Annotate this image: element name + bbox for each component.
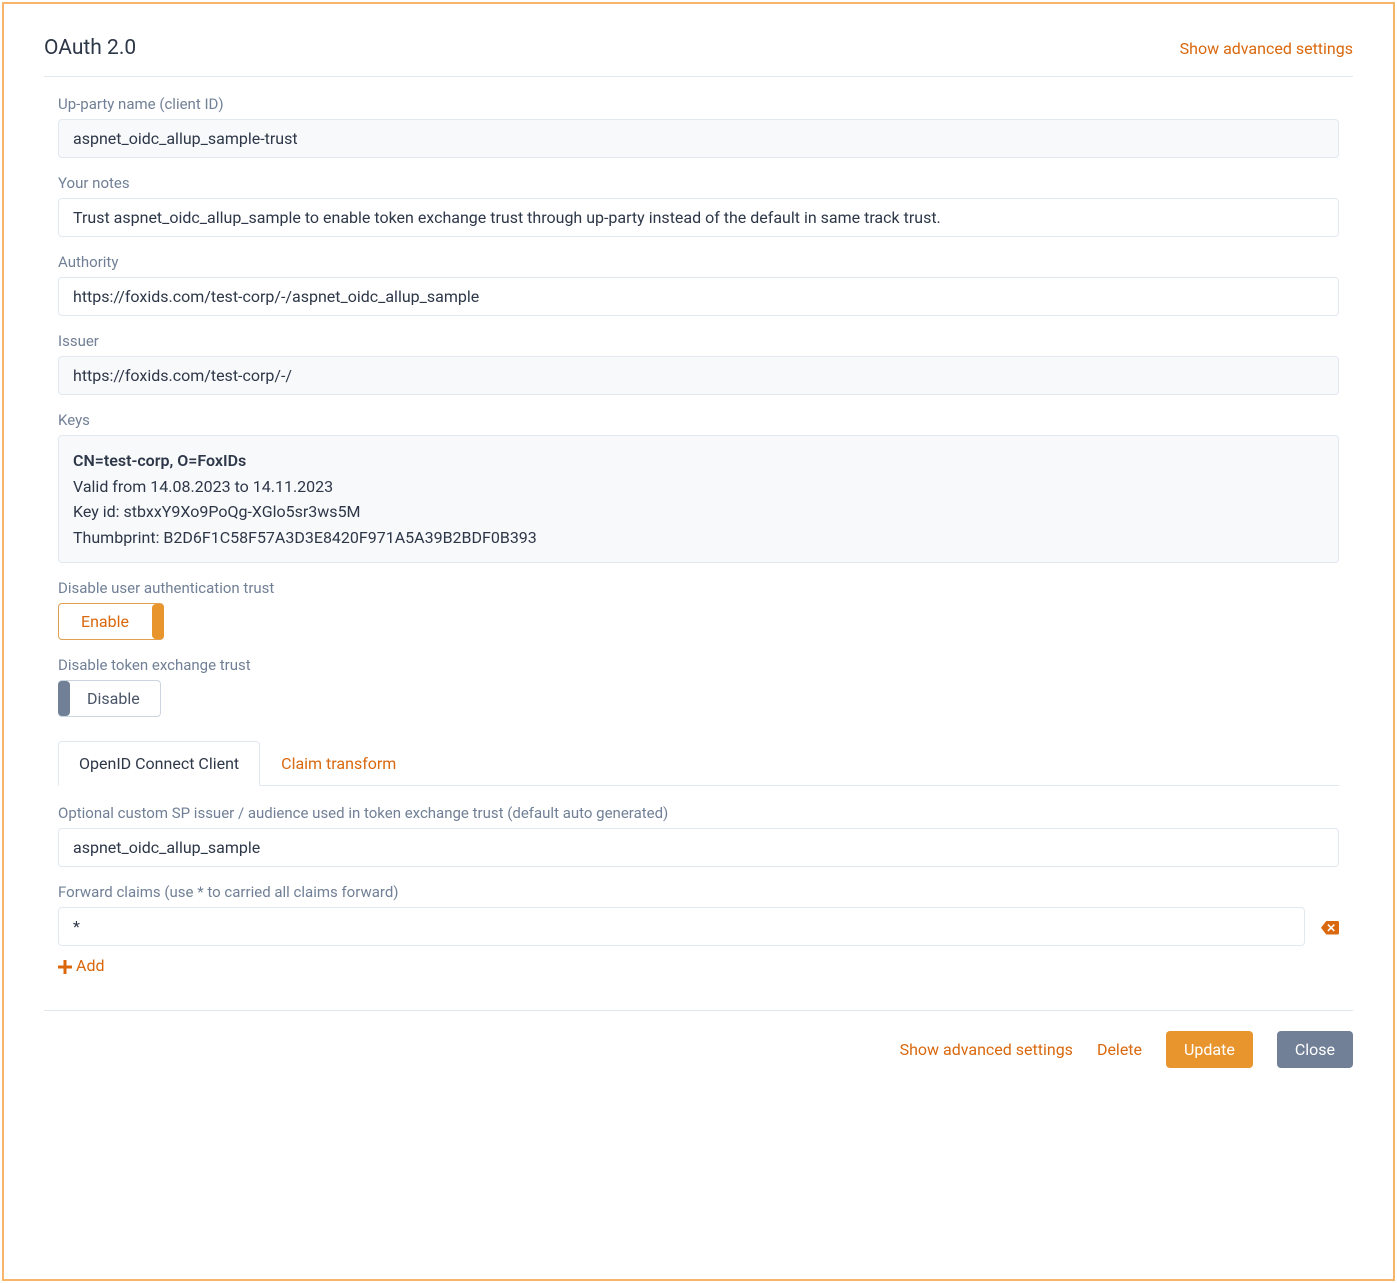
tab-claim-transform[interactable]: Claim transform [260,741,417,786]
authority-input[interactable] [58,277,1339,316]
key-id: Key id: stbxxY9Xo9PoQg-XGlo5sr3ws5M [73,499,1324,525]
add-label: Add [76,956,104,975]
authority-label: Authority [58,253,1339,271]
key-valid: Valid from 14.08.2023 to 14.11.2023 [73,474,1324,500]
issuer-label: Issuer [58,332,1339,350]
disable-token-exchange-label: Disable token exchange trust [58,656,1339,674]
toggle-disable-text: Disable [87,689,140,708]
disable-token-exchange-toggle[interactable]: Disable [58,680,161,717]
key-thumbprint: Thumbprint: B2D6F1C58F57A3D3E8420F971A5A… [73,525,1324,551]
close-button[interactable]: Close [1277,1031,1353,1068]
key-cn: CN=test-corp, O=FoxIDs [73,448,1324,474]
up-party-input[interactable] [58,119,1339,158]
toggle-slider-icon [58,681,70,716]
delete-button[interactable]: Delete [1097,1040,1142,1059]
toggle-enable-text: Enable [81,612,129,631]
show-advanced-link-top[interactable]: Show advanced settings [1180,39,1353,58]
tabs: OpenID Connect Client Claim transform [58,741,1339,786]
page-title: OAuth 2.0 [44,36,136,60]
keys-box: CN=test-corp, O=FoxIDs Valid from 14.08.… [58,435,1339,563]
notes-label: Your notes [58,174,1339,192]
delete-claim-icon[interactable] [1321,920,1339,934]
add-claim-button[interactable]: Add [58,956,104,975]
tab-oidc-client[interactable]: OpenID Connect Client [58,741,260,786]
notes-input[interactable] [58,198,1339,237]
sp-issuer-input[interactable] [58,828,1339,867]
issuer-input[interactable] [58,356,1339,395]
toggle-slider-icon [152,604,164,639]
sp-issuer-label: Optional custom SP issuer / audience use… [58,804,1339,822]
show-advanced-link-bottom[interactable]: Show advanced settings [900,1040,1073,1059]
header: OAuth 2.0 Show advanced settings [44,36,1353,77]
forward-claims-input[interactable] [58,907,1305,946]
plus-icon [58,959,72,973]
forward-claims-label: Forward claims (use * to carried all cla… [58,883,1339,901]
disable-user-auth-label: Disable user authentication trust [58,579,1339,597]
up-party-label: Up-party name (client ID) [58,95,1339,113]
disable-user-auth-toggle[interactable]: Enable [58,603,164,640]
footer: Show advanced settings Delete Update Clo… [44,1010,1353,1068]
keys-label: Keys [58,411,1339,429]
update-button[interactable]: Update [1166,1031,1253,1068]
